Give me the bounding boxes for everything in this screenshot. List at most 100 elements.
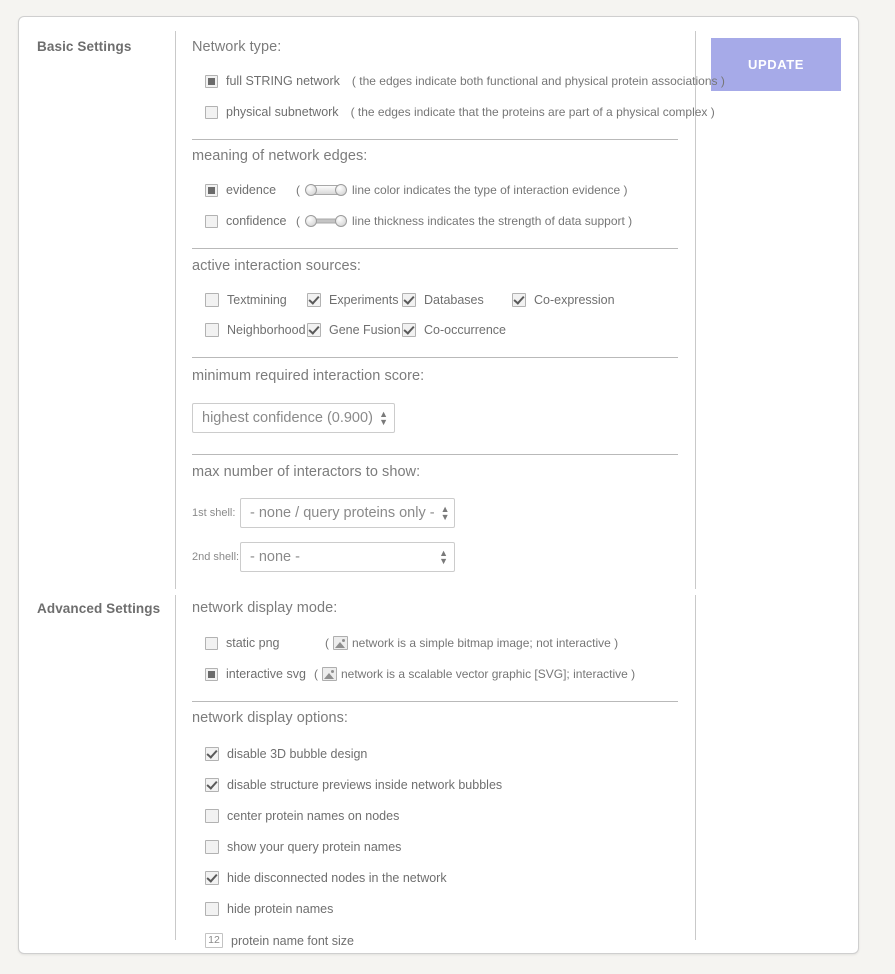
- source-neighborhood-label: Neighborhood: [227, 323, 306, 337]
- radio-interactive-svg[interactable]: [205, 667, 218, 681]
- radio-evidence[interactable]: [205, 183, 218, 197]
- checkbox-co-expression[interactable]: [512, 293, 526, 307]
- source-textmining[interactable]: Textmining: [205, 293, 307, 307]
- shell2-label: 2nd shell:: [192, 551, 240, 563]
- display-option-hide-disconnected-label: hide disconnected nodes in the network: [227, 871, 447, 885]
- radio-full-string-network[interactable]: [205, 74, 218, 88]
- interaction-sources-group: active interaction sources: Textmining E…: [192, 258, 678, 358]
- checkbox-center-protein-names[interactable]: [205, 809, 219, 823]
- network-type-option-full[interactable]: full STRING network ( the edges indicate…: [205, 74, 725, 88]
- network-type-full-desc: ( the edges indicate both functional and…: [351, 74, 725, 88]
- interactors-group: max number of interactors to show: 1st s…: [192, 464, 455, 572]
- interaction-sources-row-2: Neighborhood Gene Fusion Co-occurrence: [205, 323, 678, 337]
- display-option-hide-names[interactable]: hide protein names: [205, 902, 502, 916]
- evidence-paren-open: (: [296, 183, 300, 197]
- display-mode-option-png[interactable]: static png ( network is a simple bitmap …: [205, 636, 678, 650]
- divider-after-display-mode: [192, 701, 678, 702]
- display-option-structure-previews[interactable]: disable structure previews inside networ…: [205, 778, 502, 792]
- thin-edge-icon: [305, 214, 347, 228]
- checkbox-hide-protein-names[interactable]: [205, 902, 219, 916]
- svg-paren-open: (: [314, 667, 318, 681]
- divider-basic-left: [175, 31, 176, 589]
- protein-name-font-size-input[interactable]: 12: [205, 933, 223, 948]
- network-edges-confidence-label: confidence: [226, 214, 287, 228]
- checkbox-disable-3d-bubble[interactable]: [205, 747, 219, 761]
- display-mode-option-svg[interactable]: interactive svg ( network is a scalable …: [205, 667, 678, 681]
- display-option-hide-names-label: hide protein names: [227, 902, 334, 916]
- source-co-occurrence-label: Co-occurrence: [424, 323, 506, 337]
- shell1-label: 1st shell:: [192, 507, 236, 519]
- checkbox-disable-structure-previews[interactable]: [205, 778, 219, 792]
- divider-advanced-right: [695, 595, 696, 940]
- radio-physical-subnetwork[interactable]: [205, 105, 218, 119]
- divider-after-network-type: [192, 139, 678, 140]
- network-type-physical-desc: ( the edges indicate that the proteins a…: [350, 105, 715, 119]
- source-textmining-label: Textmining: [227, 293, 287, 307]
- checkbox-textmining[interactable]: [205, 293, 219, 307]
- confidence-paren-open: (: [296, 214, 300, 228]
- source-experiments-label: Experiments: [329, 293, 399, 307]
- checkbox-gene-fusion[interactable]: [307, 323, 321, 337]
- min-score-group: minimum required interaction score: high…: [192, 368, 678, 455]
- network-edges-option-confidence[interactable]: confidence ( line thickness indicates th…: [205, 214, 678, 228]
- basic-settings-label: Basic Settings: [37, 39, 132, 54]
- checkbox-co-occurrence[interactable]: [402, 323, 416, 337]
- display-mode-svg-desc: network is a scalable vector graphic [SV…: [341, 667, 636, 681]
- display-option-center-names-label: center protein names on nodes: [227, 809, 400, 823]
- settings-card: Basic Settings Advanced Settings UPDATE …: [18, 16, 859, 954]
- min-score-select[interactable]: highest confidence (0.900) ▲ ▼: [192, 403, 395, 433]
- source-experiments[interactable]: Experiments: [307, 293, 402, 307]
- source-co-occurrence[interactable]: Co-occurrence: [402, 323, 506, 337]
- network-type-group: Network type: full STRING network ( the …: [192, 39, 725, 140]
- display-option-structure-previews-label: disable structure previews inside networ…: [227, 778, 503, 792]
- display-option-center-names[interactable]: center protein names on nodes: [205, 809, 502, 823]
- network-type-option-physical[interactable]: physical subnetwork ( the edges indicate…: [205, 105, 725, 119]
- protein-name-font-size-label: protein name font size: [231, 933, 354, 948]
- shell1-select[interactable]: - none / query proteins only - ▲ ▼: [240, 498, 455, 528]
- radio-confidence[interactable]: [205, 214, 218, 228]
- source-co-expression[interactable]: Co-expression: [512, 293, 615, 307]
- shell2-row: 2nd shell: - none - ▲ ▼: [192, 542, 455, 572]
- display-option-query-names-label: show your query protein names: [227, 840, 402, 854]
- checkbox-show-query-protein-names[interactable]: [205, 840, 219, 854]
- checkbox-experiments[interactable]: [307, 293, 321, 307]
- min-score-value: highest confidence (0.900): [202, 410, 373, 426]
- display-options-title: network display options:: [192, 710, 348, 726]
- checkbox-hide-disconnected-nodes[interactable]: [205, 871, 219, 885]
- network-type-physical-label: physical subnetwork: [226, 105, 339, 119]
- source-gene-fusion[interactable]: Gene Fusion: [307, 323, 402, 337]
- network-edges-evidence-label: evidence: [226, 183, 277, 197]
- min-score-title: minimum required interaction score:: [192, 368, 425, 384]
- divider-after-network-edges: [192, 248, 678, 249]
- source-databases[interactable]: Databases: [402, 293, 512, 307]
- shell2-stepper-icon: ▲ ▼: [439, 548, 448, 566]
- display-option-query-names[interactable]: show your query protein names: [205, 840, 502, 854]
- thick-edge-icon: [305, 183, 347, 197]
- interaction-sources-title: active interaction sources:: [192, 258, 361, 274]
- network-edges-evidence-desc: line color indicates the type of interac…: [352, 183, 628, 197]
- source-neighborhood[interactable]: Neighborhood: [205, 323, 307, 337]
- checkbox-databases[interactable]: [402, 293, 416, 307]
- display-option-3d-bubble[interactable]: disable 3D bubble design: [205, 747, 502, 761]
- interactors-title: max number of interactors to show:: [192, 464, 421, 480]
- display-option-font-size: 12 protein name font size: [205, 933, 502, 948]
- display-option-3d-bubble-label: disable 3D bubble design: [227, 747, 368, 761]
- network-edges-group: meaning of network edges: evidence ( lin…: [192, 148, 678, 249]
- source-databases-label: Databases: [424, 293, 484, 307]
- interaction-sources-row-1: Textmining Experiments Databases Co-expr…: [205, 293, 678, 307]
- network-edges-option-evidence[interactable]: evidence ( line color indicates the type…: [205, 183, 678, 197]
- image-placeholder-icon: [333, 636, 348, 650]
- display-mode-group: network display mode: static png ( netwo…: [192, 600, 678, 702]
- update-button[interactable]: UPDATE: [711, 38, 841, 91]
- display-option-hide-disconnected[interactable]: hide disconnected nodes in the network: [205, 871, 502, 885]
- network-type-title: Network type:: [192, 39, 282, 55]
- radio-static-png[interactable]: [205, 636, 218, 650]
- divider-advanced-left: [175, 595, 176, 940]
- source-gene-fusion-label: Gene Fusion: [329, 323, 401, 337]
- image-placeholder-icon-svg: [322, 667, 337, 681]
- png-paren-open: (: [325, 636, 329, 650]
- shell2-select[interactable]: - none - ▲ ▼: [240, 542, 455, 572]
- select-stepper-icon: ▲ ▼: [379, 409, 388, 427]
- checkbox-neighborhood[interactable]: [205, 323, 219, 337]
- display-mode-png-desc: network is a simple bitmap image; not in…: [352, 636, 619, 650]
